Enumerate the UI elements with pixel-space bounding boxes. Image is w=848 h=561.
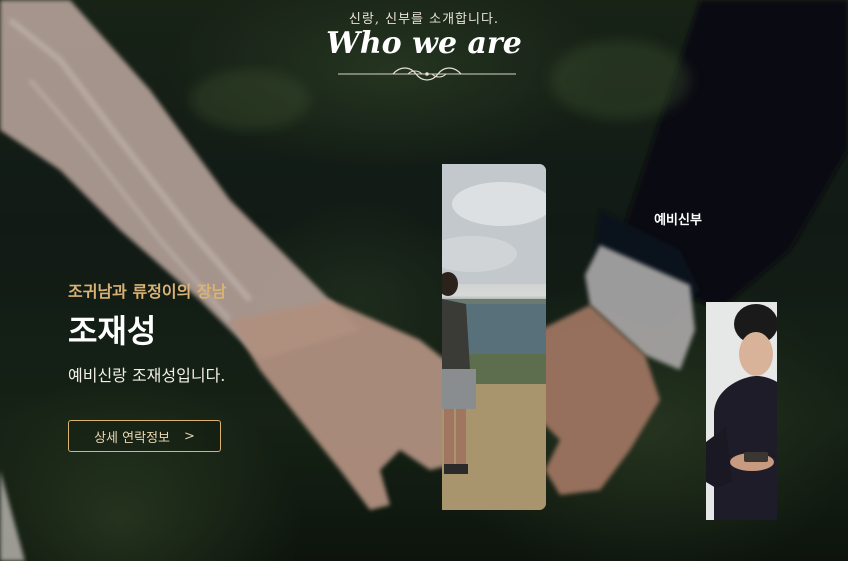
contact-detail-button[interactable]: 상세 연락정보 > <box>68 420 221 452</box>
bride-tab-label[interactable]: 예비신부 <box>648 209 708 228</box>
groom-photo-card[interactable] <box>442 164 546 510</box>
groom-parents: 조귀남과 류정이의 장남 <box>68 282 227 301</box>
contact-button-label: 상세 연락정보 <box>94 430 170 446</box>
chevron-right-icon: > <box>184 428 195 444</box>
flourish-divider-icon <box>338 67 516 81</box>
groom-name: 조재성 <box>68 312 157 350</box>
section-subtitle: 신랑, 신부를 소개합니다. <box>348 12 500 27</box>
intro-section: 신랑, 신부를 소개합니다. Who we are 조귀남과 류정이의 장남 조… <box>0 0 848 561</box>
groom-description: 예비신랑 조재성입니다. <box>68 366 226 385</box>
side-photo <box>706 302 777 520</box>
groom-photo <box>442 164 546 510</box>
side-photo-card[interactable] <box>706 302 777 520</box>
section-title: Who we are <box>326 26 522 61</box>
